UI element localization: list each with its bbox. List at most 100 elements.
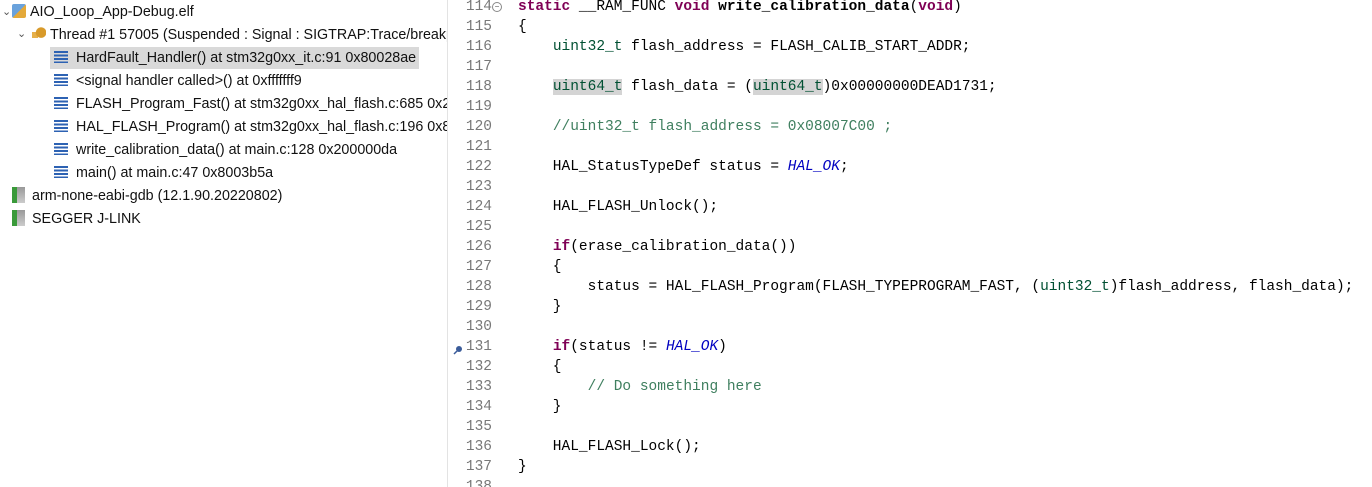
code-token: write_calibration_data	[718, 0, 910, 15]
code-token: )	[953, 0, 962, 15]
code-token: HAL_FLASH_Unlock();	[518, 199, 719, 215]
stack-frame-label: write_calibration_data() at main.c:128 0…	[76, 142, 398, 158]
line-number: 123	[465, 179, 492, 195]
code-line: HAL_FLASH_Lock();	[518, 437, 701, 457]
code-token: void	[674, 0, 710, 15]
code-token: {	[518, 359, 562, 375]
code-line: {	[518, 357, 562, 377]
code-line: static __RAM_FUNC void write_calibration…	[518, 0, 962, 17]
line-number: 124	[465, 199, 492, 215]
code-token: if	[552, 239, 571, 255]
code-line: if(status != HAL_OK)	[518, 337, 727, 357]
code-line: {	[518, 257, 562, 277]
code-line: // Do something here	[518, 377, 762, 397]
stack-frame[interactable]: <signal handler called>() at 0xfffffff9	[54, 70, 302, 92]
code-editor[interactable]: 114− static __RAM_FUNC void write_calibra…	[450, 0, 1372, 487]
code-line: uint32_t flash_address = FLASH_CALIB_STA…	[518, 37, 971, 57]
code-line: }	[518, 397, 562, 417]
stack-frame[interactable]: main() at main.c:47 0x8003b5a	[54, 162, 273, 184]
code-token: void	[918, 0, 954, 15]
code-token: flash_address = FLASH_CALIB_START_ADDR;	[622, 39, 971, 55]
process-label: arm-none-eabi-gdb (12.1.90.20220802)	[32, 188, 283, 204]
line-number: 120	[465, 119, 492, 135]
line-number: 116	[465, 39, 492, 55]
line-number: 134	[465, 399, 492, 415]
breakpoint-marker-icon[interactable]	[453, 342, 463, 355]
stack-frame-label: <signal handler called>() at 0xfffffff9	[76, 73, 302, 89]
line-number: 119	[465, 99, 492, 115]
code-token: {	[518, 19, 527, 35]
thread-label: Thread #1 57005 (Suspended : Signal : SI…	[50, 27, 447, 43]
line-number: 128	[465, 279, 492, 295]
line-number: 132	[465, 359, 492, 375]
code-token: static	[518, 0, 571, 15]
stack-frame-icon	[54, 143, 68, 156]
thread-suspended-icon	[32, 27, 46, 42]
stack-frame-label: HAL_FLASH_Program() at stm32g0xx_hal_fla…	[76, 119, 447, 135]
stack-frame-icon	[54, 51, 68, 64]
stack-frame[interactable]: write_calibration_data() at main.c:128 0…	[54, 139, 397, 161]
code-line: {	[518, 17, 527, 37]
stack-frame-label: main() at main.c:47 0x8003b5a	[76, 165, 274, 181]
line-number: 118	[465, 79, 492, 95]
line-number: 137	[465, 459, 492, 475]
code-token: )flash_address, flash_data);	[1109, 279, 1354, 295]
line-number: 127	[465, 259, 492, 275]
line-number: 125	[465, 219, 492, 235]
code-token: }	[518, 399, 562, 415]
tree-item-thread[interactable]: Thread #1 57005 (Suspended : Signal : SI…	[32, 24, 447, 46]
code-line: HAL_FLASH_Unlock();	[518, 197, 718, 217]
code-token: HAL_OK	[665, 339, 719, 355]
code-token: uint32_t	[1040, 279, 1110, 295]
line-number: 130	[465, 319, 492, 335]
app-label: AIO_Loop_App-Debug.elf	[30, 4, 194, 20]
code-token: uint32_t	[552, 39, 623, 55]
code-token: HAL_FLASH_Lock();	[518, 439, 701, 455]
code-token: }	[518, 459, 527, 475]
collapse-chevron-icon[interactable]: ⌄	[2, 5, 11, 18]
process-icon	[12, 210, 28, 227]
code-line: status = HAL_FLASH_Program(FLASH_TYPEPRO…	[518, 277, 1354, 297]
code-line: }	[518, 457, 527, 477]
code-token: (status !=	[570, 339, 666, 355]
debug-view: ⌄ AIO_Loop_App-Debug.elf ⌄ Thread #1 570…	[0, 0, 448, 487]
stack-frame-icon	[54, 74, 68, 87]
stack-frame-icon	[54, 120, 68, 133]
code-token: status = HAL_FLASH_Program(FLASH_TYPEPRO…	[518, 279, 1041, 295]
code-token: __RAM_FUNC	[570, 0, 675, 15]
tree-item-app[interactable]: AIO_Loop_App-Debug.elf	[12, 1, 194, 23]
line-number: 115	[465, 19, 492, 35]
debug-launch-icon	[12, 4, 26, 19]
code-token: {	[518, 259, 562, 275]
stack-frame[interactable]: HAL_FLASH_Program() at stm32g0xx_hal_fla…	[54, 116, 447, 138]
stack-frame-label: HardFault_Handler() at stm32g0xx_it.c:91…	[76, 50, 417, 66]
code-token: )0x00000000DEAD1731;	[822, 79, 997, 95]
line-number: 121	[465, 139, 492, 155]
code-token: HAL_StatusTypeDef status =	[518, 159, 788, 175]
collapse-chevron-icon[interactable]: ⌄	[17, 27, 26, 40]
line-number: 138	[465, 479, 492, 487]
tree-item-gdb[interactable]: arm-none-eabi-gdb (12.1.90.20220802)	[12, 185, 282, 207]
stack-frame[interactable]: FLASH_Program_Fast() at stm32g0xx_hal_fl…	[54, 93, 447, 115]
code-line: //uint32_t flash_address = 0x08007C00 ;	[518, 117, 892, 137]
line-number: 133	[465, 379, 492, 395]
code-line: uint64_t flash_data = (uint64_t)0x000000…	[518, 77, 997, 97]
stack-frame-label: FLASH_Program_Fast() at stm32g0xx_hal_fl…	[76, 96, 447, 112]
code-token: (erase_calibration_data())	[570, 239, 797, 255]
line-number: 117	[465, 59, 492, 75]
stack-frame-icon	[54, 166, 68, 179]
process-icon	[12, 187, 28, 204]
code-token: flash_data = (	[622, 79, 753, 95]
code-line: HAL_StatusTypeDef status = HAL_OK;	[518, 157, 849, 177]
code-token: //uint32_t flash_address = 0x08007C00 ;	[552, 119, 893, 135]
tree-item-jlink[interactable]: SEGGER J-LINK	[12, 208, 141, 230]
stack-frame[interactable]: HardFault_Handler() at stm32g0xx_it.c:91…	[50, 47, 420, 69]
code-token: // Do something here	[587, 379, 762, 395]
fold-toggle-icon[interactable]: −	[492, 2, 502, 12]
line-number: 136	[465, 439, 492, 455]
